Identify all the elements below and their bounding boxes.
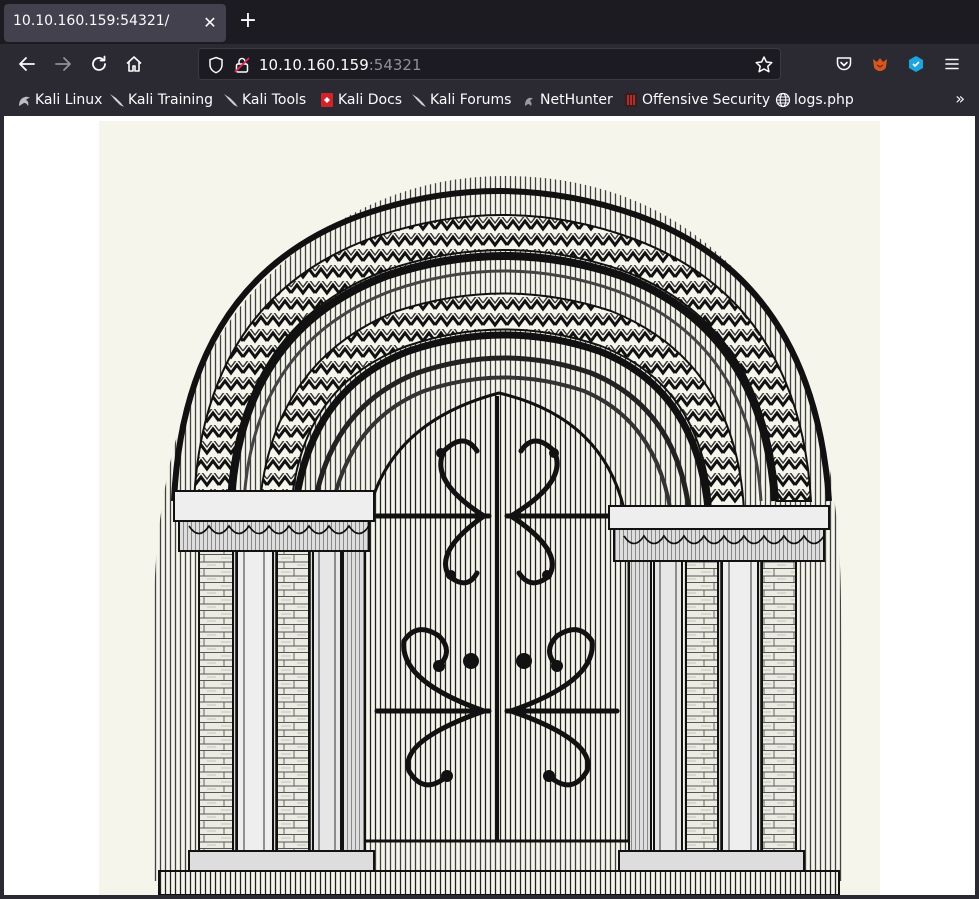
insecure-lock-icon[interactable] — [233, 56, 251, 74]
bookmark-label: Kali Linux — [35, 92, 103, 108]
bookmark-label: logs.php — [794, 92, 854, 108]
kali-dragon-icon — [412, 94, 426, 107]
browser-window: 10.10.160.159:54321/ ✕ + 10.10.160.159:5… — [0, 0, 979, 899]
kali-dragon-icon — [19, 96, 30, 106]
pocket-icon[interactable] — [832, 52, 856, 76]
back-arrow-icon[interactable] — [15, 52, 39, 76]
tab-active[interactable]: 10.10.160.159:54321/ ✕ — [4, 4, 226, 42]
doorway-engraving-image — [99, 121, 880, 895]
bookmark-label: Kali Docs — [338, 92, 403, 108]
bookmark-offensive-security[interactable]: Offensive Security — [623, 90, 770, 110]
tab-title: 10.10.160.159:54321/ — [13, 13, 170, 29]
bookmark-label: NetHunter — [540, 92, 613, 108]
reload-icon[interactable] — [87, 52, 111, 76]
bookmark-kali-tools[interactable]: Kali Tools — [223, 90, 306, 110]
globe-icon — [775, 92, 791, 108]
page-content — [4, 116, 975, 895]
plus-icon[interactable]: + — [236, 10, 260, 34]
bookmark-logs-php[interactable]: logs.php — [775, 90, 854, 110]
chevron-double-right-icon[interactable]: » — [955, 89, 965, 108]
bookmark-label: Offensive Security — [642, 92, 771, 108]
bookmark-label: Kali Training — [128, 92, 213, 108]
bookmark-kali-linux[interactable]: Kali Linux — [16, 90, 102, 110]
offsec-icon — [625, 93, 637, 107]
shield-icon[interactable] — [207, 56, 225, 74]
bookmark-kali-docs[interactable]: Kali Docs — [319, 90, 402, 110]
url-text[interactable]: 10.10.160.159:54321 — [259, 56, 422, 74]
kali-dragon-icon — [224, 94, 238, 107]
close-icon[interactable]: ✕ — [200, 13, 220, 33]
star-icon[interactable] — [754, 55, 774, 75]
url-port: :54321 — [368, 56, 422, 74]
nethunter-icon — [525, 97, 533, 106]
bookmark-kali-training[interactable]: Kali Training — [109, 90, 213, 110]
bookmark-nethunter[interactable]: NetHunter — [521, 90, 613, 110]
foxyproxy-icon[interactable] — [868, 52, 892, 76]
bookmark-label: Kali Tools — [242, 92, 307, 108]
menu-icon[interactable] — [940, 52, 964, 76]
kali-docs-icon — [321, 93, 333, 107]
doorway-engraving-svg — [154, 176, 844, 895]
bookmark-kali-forums[interactable]: Kali Forums — [411, 90, 511, 110]
bookmarks-toolbar: Kali Linux Kali Training Kali Tools Kali… — [0, 84, 979, 116]
url-host: 10.10.160.159 — [259, 56, 369, 74]
home-icon[interactable] — [122, 52, 146, 76]
bookmark-label: Kali Forums — [430, 92, 512, 108]
navigation-bar: 10.10.160.159:54321 — [0, 44, 979, 84]
tab-strip: 10.10.160.159:54321/ ✕ + — [0, 0, 979, 44]
forward-arrow-icon[interactable] — [51, 52, 75, 76]
url-bar[interactable]: 10.10.160.159:54321 — [198, 48, 781, 80]
wappalyzer-icon[interactable] — [904, 52, 928, 76]
kali-dragon-icon — [110, 94, 124, 107]
